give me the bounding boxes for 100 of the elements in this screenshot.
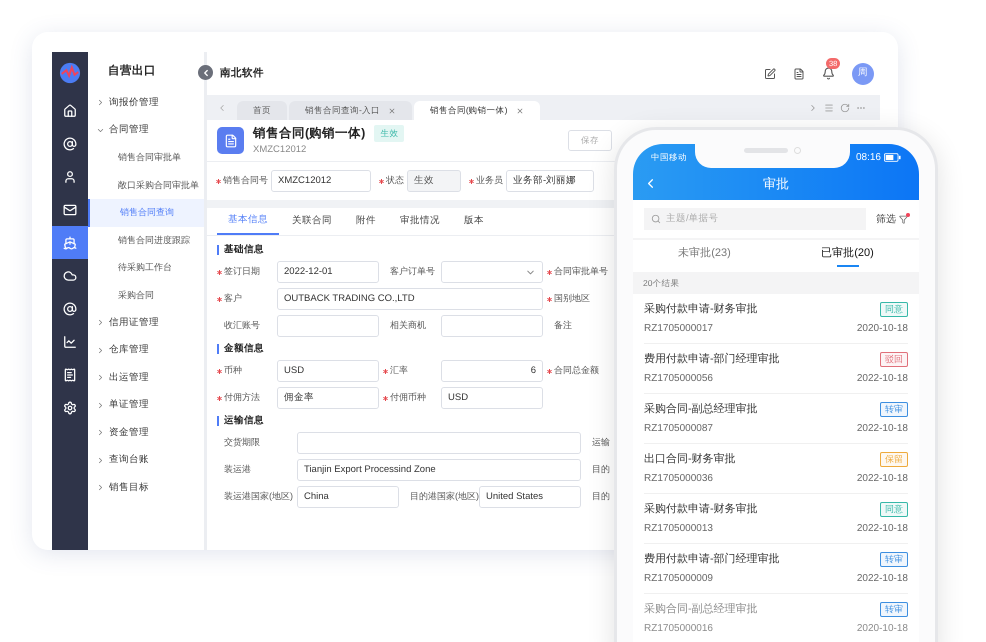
item-date: 2020-10-18 (856, 622, 908, 636)
field-label: 业务员 (476, 174, 503, 188)
approval-item[interactable]: 费用付款申请-部门经理审批 驳回 RZ1705000056 2022-10-18 (644, 344, 908, 394)
close-icon[interactable] (516, 106, 524, 114)
sidebar-item[interactable]: 出运管理 (88, 364, 204, 392)
input-field[interactable]: Tianjin Export Processind Zone (297, 459, 581, 481)
sidebar-item[interactable]: 信用证管理 (88, 309, 204, 336)
sidebar-item[interactable]: 查询台账 (88, 446, 204, 474)
menu-icon[interactable] (824, 102, 834, 112)
approval-item[interactable]: 出口合同-财务审批 保留 RZ1705000036 2022-10-18 (644, 444, 908, 494)
section-tab[interactable]: 基本信息 (217, 208, 279, 235)
field-label: 目的 (592, 490, 610, 504)
field-label: 付佣方法 (224, 391, 260, 404)
filter-button[interactable]: 筛选 (876, 212, 896, 226)
sidebar-subitem[interactable]: 销售合同进度跟踪 (88, 226, 204, 254)
approval-tab[interactable]: 未审批(23) (633, 240, 776, 272)
sidebar-subitem[interactable]: 敞口采购合同审批单 (88, 172, 204, 199)
receipt-icon (63, 368, 77, 382)
page-tab[interactable]: 首页 (237, 101, 287, 120)
page-tab[interactable]: 销售合同查询-入口 (289, 101, 412, 120)
sidebar-item[interactable]: 资金管理 (88, 419, 204, 446)
item-date: 2022-10-18 (856, 422, 908, 436)
item-date: 2022-10-18 (856, 522, 908, 536)
document-icon (224, 134, 238, 148)
home-icon (63, 104, 77, 118)
approval-tab[interactable]: 已审批(20) (776, 240, 919, 272)
approval-item[interactable]: 采购付款申请-财务审批 同意 RZ1705000013 2022-10-18 (644, 494, 908, 544)
field-label: 状态 (386, 174, 404, 188)
chevron-right-icon (96, 428, 105, 438)
edit-icon[interactable] (764, 68, 776, 80)
section-tab[interactable]: 附件 (345, 208, 387, 235)
sidebar-subitem[interactable]: 销售合同审批单 (88, 144, 204, 172)
item-title: 出口合同-财务审批 (644, 452, 736, 468)
document-title: 销售合同(购销一体) (253, 125, 366, 142)
section-tab[interactable]: 关联合同 (281, 208, 343, 235)
input-field[interactable]: 佣金率 (277, 387, 379, 409)
status-tag: 转审 (880, 602, 908, 617)
input-field[interactable] (277, 315, 379, 337)
section-heading: 基础信息 (224, 242, 264, 257)
refresh-icon[interactable] (840, 102, 850, 112)
input-field[interactable] (297, 432, 581, 454)
item-date: 2020-10-18 (856, 322, 908, 336)
status-tag: 转审 (880, 402, 908, 417)
field-label: 目的 (592, 463, 610, 476)
logo-icon (59, 62, 81, 84)
input-field[interactable]: 6 (441, 360, 543, 382)
sidebar-item[interactable]: 销售目标 (88, 474, 204, 502)
ship-icon (63, 236, 77, 250)
section-tab[interactable]: 审批情况 (389, 208, 451, 235)
item-code: RZ1705000087 (644, 422, 713, 436)
filter-icon[interactable] (899, 214, 908, 224)
input-field[interactable]: United States (479, 486, 581, 508)
cloud-icon (63, 268, 77, 282)
field-label: 合同总金额 (554, 364, 599, 378)
section-tab[interactable]: 版本 (453, 208, 495, 235)
input-field[interactable]: USD (441, 387, 543, 409)
approval-item[interactable]: 采购合同-副总经理审批 转审 RZ1705000087 2022-10-18 (644, 394, 908, 444)
sidebar-item[interactable]: 单证管理 (88, 392, 204, 419)
sidebar-subitem[interactable]: 采购合同 (88, 282, 204, 309)
field-label: 运输 (592, 436, 610, 450)
search-icon (651, 214, 661, 224)
item-date: 2022-10-18 (856, 472, 908, 486)
chevron-right-icon (96, 373, 105, 382)
input-field[interactable]: China (297, 486, 399, 508)
sidebar-item[interactable]: 询报价管理 (88, 89, 204, 116)
at-sign-icon (63, 302, 77, 316)
document-icon[interactable] (793, 68, 805, 80)
status-tag: 保留 (880, 452, 908, 467)
sidebar-subitem[interactable]: 销售合同查询 (88, 199, 204, 226)
sidebar-subitem[interactable]: 待采购工作台 (88, 254, 204, 282)
battery-icon (884, 153, 901, 162)
field-label: 签订日期 (224, 265, 260, 278)
field-label: 目的港国家(地区) (410, 490, 479, 504)
collapse-button[interactable] (198, 65, 213, 80)
mail-icon (63, 202, 77, 216)
field-label: 付佣币种 (390, 391, 426, 404)
page-tab[interactable]: 销售合同(购销一体) (414, 101, 540, 120)
item-code: RZ1705000017 (644, 322, 713, 336)
close-icon[interactable] (388, 106, 396, 114)
select-field[interactable] (441, 261, 543, 283)
status-tag: 同意 (880, 502, 908, 517)
sidebar-item[interactable]: 合同管理 (88, 116, 204, 144)
input-field[interactable]: 2022-12-01 (277, 261, 379, 283)
chevron-right-icon (96, 346, 105, 355)
input-field[interactable]: USD (277, 360, 379, 382)
status-tag: 驳回 (880, 352, 908, 367)
input-field[interactable]: 生效 (407, 170, 461, 192)
notification-icon[interactable] (822, 67, 835, 80)
field-label: 装运港 (224, 463, 251, 476)
input-field[interactable] (441, 315, 543, 337)
input-field[interactable]: 业务部-刘丽娜 (506, 170, 594, 192)
approval-item[interactable]: 费用付款申请-部门经理审批 转审 RZ1705000009 2022-10-18 (644, 544, 908, 594)
field-label: 客户 (224, 292, 242, 306)
chevron-right-icon (96, 98, 105, 108)
sidebar-item[interactable]: 仓库管理 (88, 336, 204, 364)
input-field[interactable]: XMZC12012 (271, 170, 371, 192)
approval-item[interactable]: 采购付款申请-财务审批 同意 RZ1705000017 2020-10-18 (644, 294, 908, 344)
input-field[interactable]: OUTBACK TRADING CO.,LTD (277, 288, 543, 310)
field-label: 客户订单号 (390, 265, 435, 278)
item-title: 采购合同-副总经理审批 (644, 602, 758, 618)
